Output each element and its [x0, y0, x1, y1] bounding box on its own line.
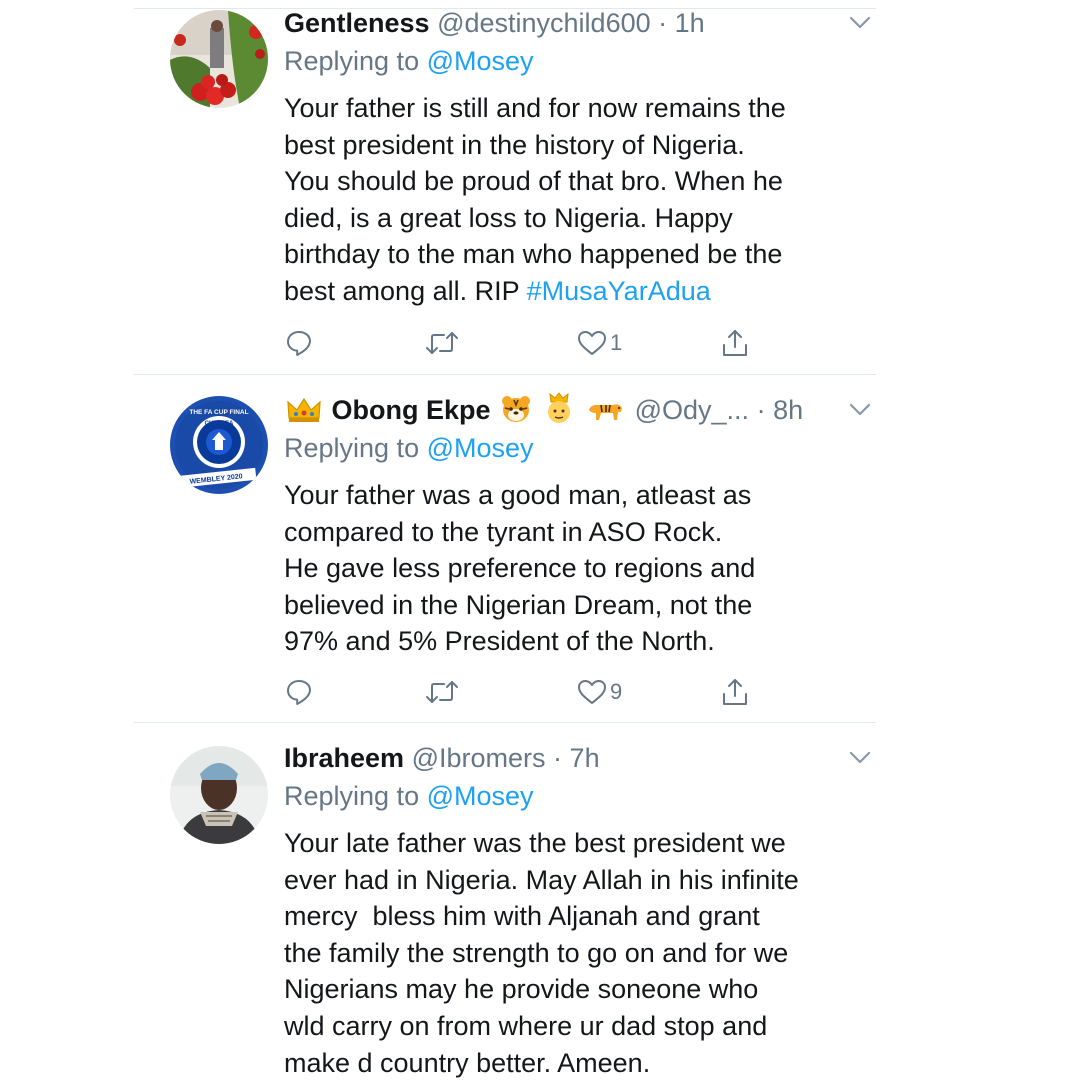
like-count: 9 [610, 679, 623, 704]
tweet-text-line: Your father was a good man, atleast as [284, 480, 752, 510]
avatar[interactable] [170, 746, 268, 844]
tweet-text-line: He gave less preference to regions and [284, 553, 756, 584]
share-button[interactable] [720, 672, 750, 712]
timestamp[interactable]: 8h [773, 395, 803, 425]
crown-emoji [287, 397, 321, 422]
separator-dot: · [756, 395, 766, 425]
tweet-text-line: You should be proud of that bro. When he [284, 166, 783, 197]
tweet-actions: 1 [284, 323, 764, 363]
like-icon [578, 680, 606, 704]
display-name[interactable]: Obong Ekpe [332, 395, 491, 425]
avatar[interactable]: WEMBLEY 2020 THE FA CUP FINAL CHELSEA [170, 396, 268, 494]
tweet-text-line: ever had in Nigeria. May Allah in his in… [284, 864, 799, 895]
username[interactable]: @destinychild600 [437, 8, 651, 38]
like-button[interactable]: 9 [576, 672, 622, 712]
avatar[interactable] [170, 10, 268, 108]
tweet-text-segment: best among all. RIP [284, 275, 527, 306]
tweet-header: Gentleness @destinychild600 · 1h [284, 4, 871, 42]
like-count: 1 [610, 330, 623, 355]
tweet-text: Your late father was the best president … [284, 825, 844, 1080]
retweet-icon [426, 332, 458, 354]
tweet-text-line: 97% and 5% President of the North. [284, 626, 715, 657]
tweet-content: Gentleness @destinychild600 · 1h Replyin… [284, 4, 871, 310]
display-name[interactable]: Gentleness [284, 8, 430, 38]
like-button[interactable]: 1 [576, 323, 622, 363]
replying-prefix: Replying to [284, 781, 420, 811]
timeline: Gentleness @destinychild600 · 1h Replyin… [134, 0, 876, 1080]
avatar-club-text: CHELSEA [205, 421, 234, 427]
tweet-text-line: Your late father was the best president … [284, 828, 786, 858]
hashtag-link[interactable]: #MusaYarAdua [527, 276, 711, 306]
chevron-down-icon[interactable] [846, 8, 874, 36]
reply-icon [287, 680, 311, 705]
replying-prefix: Replying to [284, 46, 420, 76]
tweet-text-line: best president in the history of Nigeria… [284, 129, 745, 160]
tweet-text-line: make d country better. Ameen. [284, 1047, 651, 1078]
divider [134, 722, 876, 723]
reply-button[interactable] [284, 672, 314, 712]
tweet-text-line: best among all. RIP #MusaYarAdua [284, 273, 844, 310]
tweet-header: Ibraheem @Ibromers · 7h [284, 739, 871, 777]
separator-dot: · [553, 743, 563, 773]
tweet-text: Your father is still and for now remains… [284, 90, 844, 310]
retweet-button[interactable] [424, 323, 462, 363]
divider [134, 374, 876, 375]
tweet-text: Your father was a good man, atleast as c… [284, 477, 844, 660]
replying-to: Replying to @Mosey [284, 42, 844, 82]
tweet-text-line: wld carry on from where ur dad stop and [284, 1010, 768, 1041]
share-icon [723, 330, 747, 356]
tweet-actions: 9 [284, 672, 764, 712]
tweet-text-line: believed in the Nigerian Dream, not the [284, 589, 753, 620]
chevron-down-icon[interactable] [846, 395, 874, 423]
separator-dot: · [658, 8, 668, 38]
tweet-content: Ibraheem @Ibromers · 7h Replying to @Mos… [284, 739, 871, 1080]
replying-to: Replying to @Mosey [284, 777, 844, 817]
timestamp[interactable]: 7h [570, 743, 600, 773]
reply-button[interactable] [284, 323, 314, 363]
timestamp[interactable]: 1h [675, 8, 705, 38]
tiger-emoji [589, 404, 623, 420]
avatar-top-text: THE FA CUP FINAL [189, 409, 248, 416]
replying-prefix: Replying to [284, 433, 420, 463]
mention-link[interactable]: @Mosey [427, 46, 534, 76]
tweet-text-line: birthday to the man who happened be the [284, 239, 783, 270]
tweet-text-line: died, is a great loss to Nigeria. Happy [284, 202, 733, 233]
username[interactable]: @Ibromers [412, 743, 546, 773]
tweet-text-line: Your father is still and for now remains… [284, 93, 786, 123]
tweet-text-line: compared to the tyrant in ASO Rock. [284, 516, 723, 547]
like-icon [578, 331, 606, 355]
replying-to: Replying to @Mosey [284, 429, 844, 469]
retweet-button[interactable] [424, 672, 462, 712]
person-with-crown-emoji [547, 392, 570, 423]
reply-icon [287, 331, 311, 356]
chevron-down-icon[interactable] [846, 743, 874, 771]
tweet-text-line: Nigerians may he provide soneone who [284, 974, 759, 1005]
share-button[interactable] [720, 323, 750, 363]
username[interactable]: @Ody_... [635, 395, 749, 425]
tweet-header: Obong Ekpe @Ody_... · 8h [284, 391, 871, 429]
tweet-text-line: mercy bless him with Aljanah and grant [284, 901, 760, 932]
mention-link[interactable]: @Mosey [427, 781, 534, 811]
display-name[interactable]: Ibraheem [284, 743, 404, 773]
retweet-icon [426, 681, 458, 703]
share-icon [723, 679, 747, 705]
tweet-text-line: the family the strength to go on and for… [284, 937, 789, 968]
mention-link[interactable]: @Mosey [427, 433, 534, 463]
tweet-content: Obong Ekpe @Ody_... · 8h Replying to @Mo… [284, 391, 871, 660]
tiger-face-emoji [502, 396, 531, 422]
